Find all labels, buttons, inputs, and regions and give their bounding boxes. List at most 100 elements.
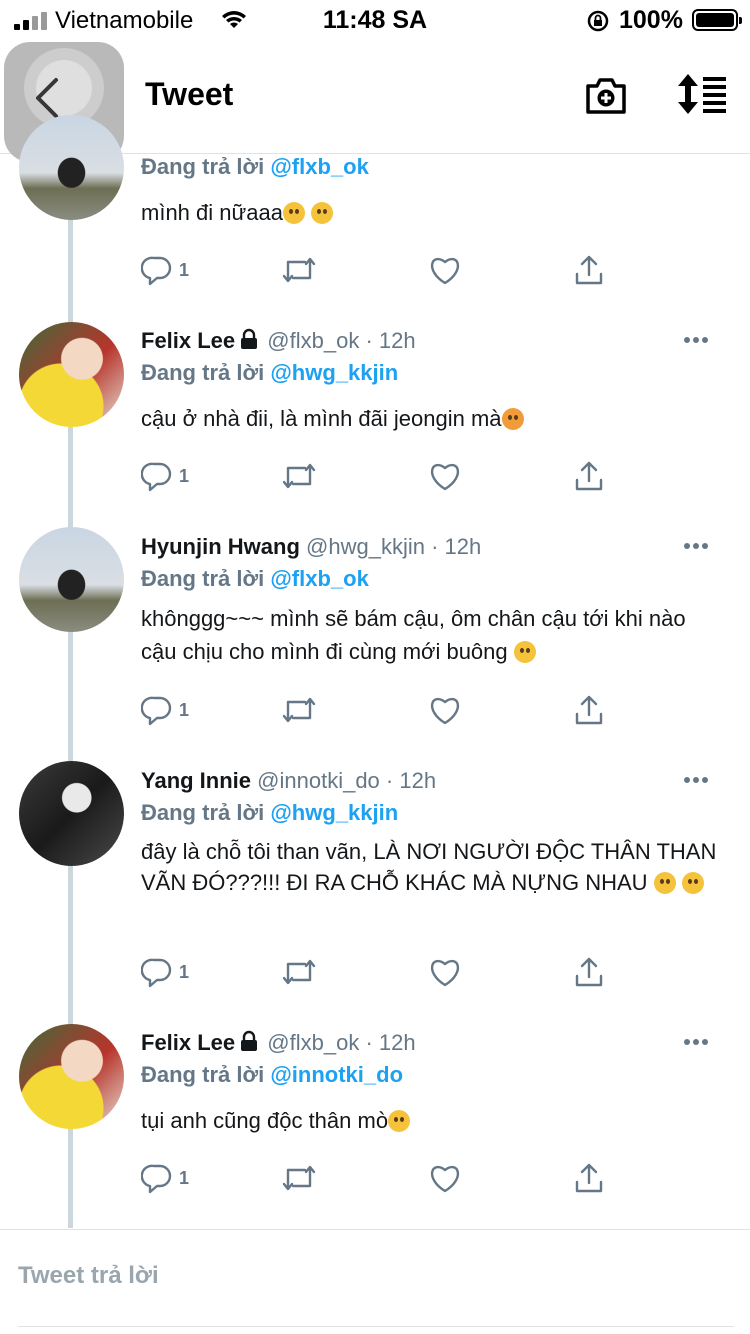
more-options-icon[interactable] (683, 776, 709, 784)
tweet-text: mình đi nữaaa (141, 196, 721, 229)
avatar[interactable] (19, 322, 124, 427)
mention-link[interactable]: @hwg_kkjin (270, 360, 398, 385)
tweet-actions: 1 (141, 694, 611, 728)
avatar[interactable] (19, 1024, 124, 1129)
tweet-actions: 1 (141, 1162, 611, 1196)
more-options-icon[interactable] (683, 542, 709, 550)
retweet-button[interactable] (281, 694, 317, 726)
reply-count: 1 (179, 699, 190, 720)
tweet-time: · 12h (431, 534, 482, 559)
replying-to: Đang trả lời @flxb_ok (141, 154, 369, 179)
like-button[interactable] (428, 694, 462, 726)
angry-face-icon (501, 408, 524, 430)
status-bar: Vietnamobile 11:48 SA 100% (0, 0, 750, 40)
heart-icon (431, 960, 459, 987)
avatar[interactable] (19, 527, 124, 632)
avatar[interactable] (19, 115, 124, 220)
like-button[interactable] (428, 254, 462, 286)
share-button[interactable] (573, 460, 605, 492)
more-options-icon[interactable] (683, 1038, 709, 1046)
retweet-button[interactable] (281, 460, 317, 492)
back-arrow-icon (36, 78, 58, 118)
share-icon (575, 1163, 603, 1193)
tweet-actions: 1 (141, 460, 611, 494)
tweet-time: · 12h (365, 328, 416, 353)
camera-add-icon[interactable] (584, 74, 628, 118)
share-icon (575, 255, 603, 285)
reply-input[interactable]: Tweet trả lời (18, 1262, 159, 1290)
mention-link[interactable]: @flxb_ok (270, 566, 368, 591)
retweet-button[interactable] (281, 1162, 317, 1194)
reply-button[interactable]: 1 (141, 254, 189, 286)
retweet-button[interactable] (281, 956, 317, 988)
reply-button[interactable]: 1 (141, 1162, 189, 1194)
slightly-smiling-face-icon (681, 872, 704, 894)
rotation-lock-icon (587, 10, 609, 32)
page-title: Tweet (145, 76, 234, 112)
retweet-icon (282, 463, 316, 489)
avatar[interactable] (19, 761, 124, 866)
share-icon (575, 461, 603, 491)
mention-link[interactable]: @flxb_ok (270, 154, 368, 179)
share-icon (575, 695, 603, 725)
pleading-face-icon (388, 1110, 411, 1132)
tweet-time: · 12h (385, 768, 437, 793)
retweet-icon (282, 257, 316, 283)
retweet-button[interactable] (281, 254, 317, 286)
reply-button[interactable]: 1 (141, 956, 189, 988)
battery-percent: 100% (619, 6, 683, 34)
more-options-icon[interactable] (683, 336, 709, 344)
share-button[interactable] (573, 1162, 605, 1194)
reply-button[interactable]: 1 (141, 694, 189, 726)
retweet-icon (282, 959, 316, 985)
user-handle[interactable]: @flxb_ok (267, 328, 359, 353)
tweet-text: tụi anh cũng độc thân mò (141, 1104, 721, 1137)
tweet-text: cậu ở nhà đii, là mình đãi jeongin mà (141, 402, 721, 435)
heart-icon (431, 464, 459, 491)
pleading-face-icon (282, 202, 305, 224)
reply-icon (141, 696, 172, 726)
slightly-smiling-face-icon (653, 872, 676, 894)
mention-link[interactable]: @innotki_do (270, 1062, 403, 1087)
mention-link[interactable]: @hwg_kkjin (270, 800, 398, 825)
reply-count: 1 (179, 465, 190, 486)
share-button[interactable] (573, 694, 605, 726)
display-name[interactable]: Felix Lee (141, 1030, 235, 1055)
reply-count: 1 (179, 259, 190, 280)
display-name[interactable]: Felix Lee (141, 328, 235, 353)
reply-icon (141, 958, 172, 988)
reply-icon (141, 1164, 172, 1194)
user-handle[interactable]: @flxb_ok (267, 1030, 359, 1055)
share-button[interactable] (573, 254, 605, 286)
heart-icon (431, 1166, 459, 1193)
like-button[interactable] (428, 460, 462, 492)
display-name[interactable]: Yang Innie (141, 768, 251, 793)
share-button[interactable] (573, 956, 605, 988)
tweet-header: Felix Lee @flxb_ok · 12h (141, 328, 416, 354)
pleading-face-icon (311, 202, 334, 224)
like-button[interactable] (428, 956, 462, 988)
heart-icon (431, 698, 459, 725)
reply-count: 1 (179, 961, 190, 982)
divider (18, 1326, 734, 1327)
reply-icon (141, 462, 172, 492)
tweet-header: Hyunjin Hwang @hwg_kkjin · 12h (141, 534, 481, 560)
replying-to: Đang trả lời @flxb_ok (141, 566, 369, 591)
reply-button[interactable]: 1 (141, 460, 189, 492)
retweet-icon (282, 1165, 316, 1191)
tweet-time: · 12h (365, 1030, 416, 1055)
display-name[interactable]: Hyunjin Hwang (141, 534, 300, 559)
replying-to: Đang trả lời @hwg_kkjin (141, 800, 399, 825)
sort-icon[interactable] (676, 74, 728, 114)
like-button[interactable] (428, 1162, 462, 1194)
tweet-actions: 1 (141, 254, 611, 288)
tweet-text: đây là chỗ tôi than vãn, LÀ NƠI NGƯỜI ĐỘ… (141, 839, 717, 895)
share-icon (575, 957, 603, 987)
user-handle[interactable]: @innotki_do (257, 768, 380, 793)
user-handle[interactable]: @hwg_kkjin (306, 534, 425, 559)
reply-icon (141, 256, 172, 286)
tweet-actions: 1 (141, 956, 611, 990)
tweet-text: khônggg~~~ mình sẽ bám cậu, ôm chân cậu … (141, 606, 686, 664)
pleading-face-icon (513, 641, 536, 663)
replying-to: Đang trả lời @innotki_do (141, 1062, 404, 1087)
